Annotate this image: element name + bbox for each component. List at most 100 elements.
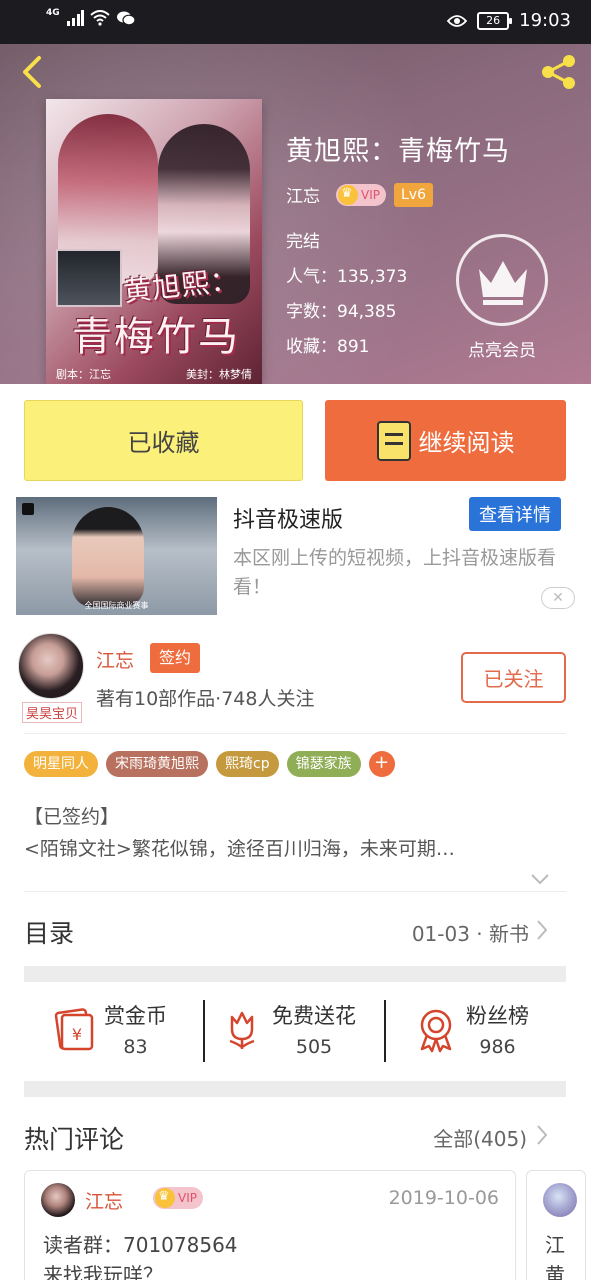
comment-author[interactable]: 江 [545,1229,565,1258]
divider [24,891,566,892]
tag-item[interactable]: 明星同人 [24,751,98,777]
comment-avatar[interactable] [543,1183,577,1217]
cover-title-line2: 青梅竹马 [72,314,240,360]
tag-item[interactable]: 宋雨琦黄旭熙 [106,751,208,777]
reward-coins-value: 83 [123,1036,148,1058]
all-comments-link[interactable]: 全部(405) [433,1123,527,1152]
tag-item[interactable]: 锦瑟家族 [286,751,361,777]
crown-icon [479,261,527,305]
wifi-icon [89,10,110,26]
comment-card[interactable]: 江 黄 [526,1170,586,1280]
comment-author[interactable]: 江忘 [85,1187,123,1214]
network-type: 4G [46,8,60,18]
clock: 19:03 [519,10,571,31]
comment-text-line1: 黄 [545,1263,565,1280]
expand-chevron-down-icon[interactable] [530,872,550,886]
hot-comments-label: 热门评论 [24,1125,125,1154]
comment-card[interactable]: 江忘 VIP 2019-10-06 读者群：701078564 来找我玩咩？ [24,1170,516,1280]
book-word-count: 字数：94,385 [286,302,397,322]
stat-divider [384,1000,386,1062]
collected-button-label: 已收藏 [127,429,200,457]
ad-detail-button[interactable]: 查看详情 [469,497,561,531]
reward-coins-button[interactable]: ¥ 赏金币 83 [50,1000,167,1058]
book-author[interactable]: 江忘 [286,182,320,207]
signed-badge: 签约 [150,643,201,673]
divider [24,733,566,734]
cover-title: 黄旭熙： 青梅竹马 [58,263,254,362]
continue-reading-label: 继续阅读 [418,429,515,457]
cover-credits: 剧本：江忘 美封：林梦倩 [46,366,262,382]
wechat-icon [116,11,136,26]
status-bar: 4G 26 19:03 [0,0,591,44]
share-icon[interactable] [537,50,581,94]
back-arrow-icon[interactable] [16,54,52,90]
book-title: 黄旭熙：青梅竹马 [286,136,510,167]
comment-text-line1: 读者群：701078564 [43,1233,238,1257]
book-popularity: 人气：135,373 [286,267,408,287]
add-tag-button[interactable]: + [368,751,395,777]
red-envelope-icon: ¥ [54,1008,94,1051]
fan-ranking-button[interactable]: 粉丝榜 986 [412,1000,529,1058]
ad-thumbnail[interactable]: 全国国际商业赛事 [16,497,217,615]
book-detail-body: 已收藏 继续阅读 全国国际商业赛事 抖音极速版 查看详情 本区刚上传的短视频，上… [0,384,591,1280]
level-badge: Lv6 [393,182,433,207]
status-left: 4G [46,8,136,26]
free-flower-value: 505 [295,1036,333,1058]
intro-description: <陌锦文社>繁花似锦，途径百川归海，未来可期… [24,838,455,860]
author-name[interactable]: 江忘 [96,646,134,673]
chevron-right-icon[interactable] [535,1124,549,1146]
reward-coins-label: 赏金币 [104,1004,167,1028]
ad-thumbnail-caption: 全国国际商业赛事 [84,601,149,610]
comment-date: 2019-10-06 [388,1187,499,1209]
vip-membership-label[interactable]: 点亮会员 [456,336,548,361]
svg-text:¥: ¥ [72,1025,82,1044]
comment-vip-badge: VIP [153,1187,203,1209]
vip-membership-button[interactable] [456,234,548,326]
comment-vip-label: VIP [178,1191,197,1205]
continue-reading-button[interactable]: 继续阅读 [325,400,566,481]
ad-close-icon[interactable]: ✕ [541,587,575,609]
free-flower-label: 免费送花 [272,1004,356,1028]
book-cover[interactable]: 黄旭熙： 青梅竹马 剧本：江忘 美封：林梦倩 [46,99,262,384]
fan-ranking-label: 粉丝榜 [466,1004,529,1028]
fan-ranking-text: 粉丝榜 986 [466,1000,529,1058]
author-avatar[interactable] [18,633,84,699]
stat-divider [203,1000,205,1062]
signal-icon [66,10,84,26]
vip-badge: VIP [336,183,386,206]
ad-description: 本区刚上传的短视频，上抖音极速版看看！ [233,547,557,598]
eye-icon [447,14,468,27]
cover-credit-left: 剧本：江忘 [56,368,111,381]
book-status: 完结 [286,232,320,252]
book-icon [376,420,411,461]
section-separator [24,1081,566,1097]
book-author-row: 江忘 VIP Lv6 [286,182,433,207]
fan-ranking-value: 986 [479,1036,516,1058]
reward-coins-text: 赏金币 83 [104,1000,167,1058]
free-flower-text: 免费送花 505 [272,1000,356,1058]
flower-icon [229,1011,255,1049]
status-right: 26 19:03 [447,10,571,31]
book-favorites: 收藏：891 [286,337,370,357]
intro-status-line: 【已签约】 [24,806,120,828]
author-meta: 著有10部作品·748人关注 [96,688,315,710]
book-header: 黄旭熙： 青梅竹马 剧本：江忘 美封：林梦倩 黄旭熙：青梅竹马 江忘 VIP L… [0,44,591,384]
ad-title[interactable]: 抖音极速版 [233,502,343,534]
comment-avatar[interactable] [41,1183,75,1217]
tag-list: 明星同人 宋雨琦黄旭熙 熙琦cp 锦瑟家族 + [24,751,395,777]
tiktok-logo-icon [22,503,34,515]
ad-thumbnail-person [72,507,144,607]
crown-icon [155,1188,175,1208]
toc-label[interactable]: 目录 [24,914,74,950]
medal-icon [420,1009,452,1053]
follow-button[interactable]: 已关注 [461,652,566,703]
chevron-right-icon[interactable] [535,919,549,941]
free-flower-button[interactable]: 免费送花 505 [218,1000,356,1058]
toc-latest-chapter[interactable]: 01-03 · 新书 [412,918,529,947]
tag-item[interactable]: 熙琦cp [216,751,279,777]
author-avatar-tag: 昊昊宝贝 [22,702,83,723]
section-separator [24,966,566,982]
vip-badge-label: VIP [361,187,380,202]
cover-credit-right: 美封：林梦倩 [186,368,252,381]
collected-button[interactable]: 已收藏 [24,400,303,481]
